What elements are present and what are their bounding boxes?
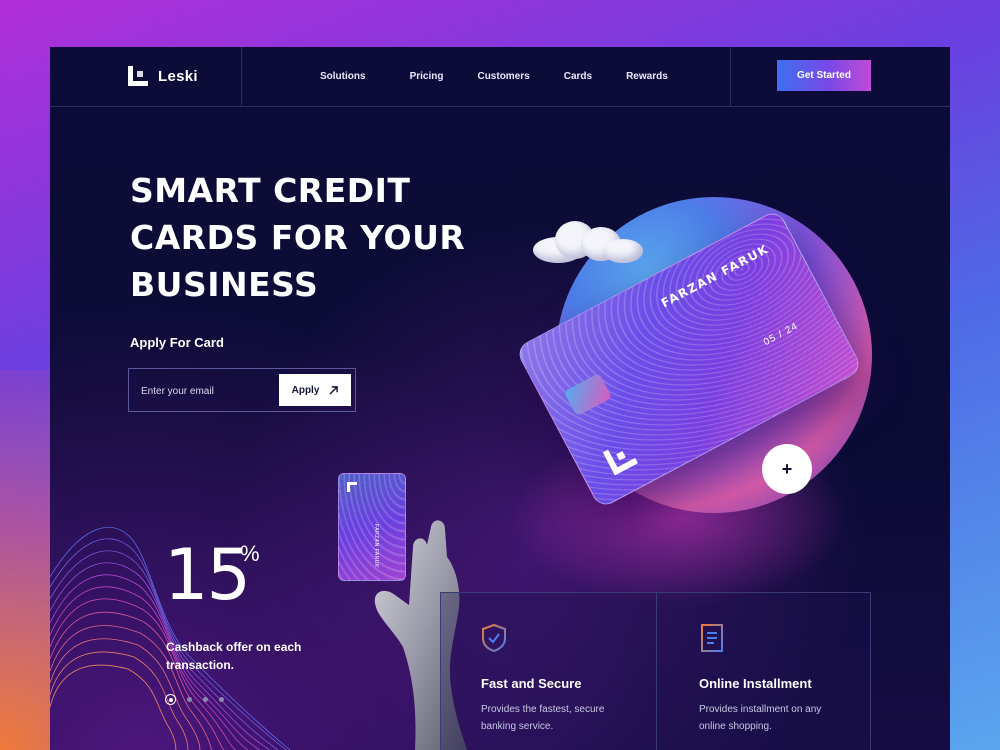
feature-card: Online Installment Provides installment … [699,623,879,735]
apply-label: Apply For Card [130,335,224,350]
shield-check-icon [482,623,506,653]
mini-credit-card: FARZAN FARUK [338,473,406,581]
feature-card: Fast and Secure Provides the fastest, se… [481,623,661,735]
hero-title-line: BUSINESS [130,265,319,304]
card-logo-icon [602,440,638,476]
main-nav: Solutions Pricing Customers Cards Reward… [320,71,668,82]
header-divider [241,47,242,106]
nav-item-customers[interactable]: Customers [477,71,529,82]
carousel-dot-active[interactable] [165,694,176,705]
nav-item-solutions[interactable]: Solutions [320,71,366,82]
apply-button[interactable]: Apply [279,374,351,406]
hero-title-line: CARDS FOR YOUR [130,218,466,257]
hero-title-line: SMART CREDIT [130,171,411,210]
feature-title: Online Installment [699,676,812,691]
logo-icon [128,66,148,86]
brand-logo[interactable]: Leski [128,66,198,86]
carousel-indicators [165,694,224,705]
feature-title: Fast and Secure [481,676,582,691]
mini-card-holder-name: FARZAN FARUK [373,524,379,568]
brand-name: Leski [158,67,198,85]
add-card-button[interactable]: + [762,444,812,494]
feature-description: Provides installment on any online shopp… [699,704,822,732]
email-form: Apply [128,368,356,412]
arrow-up-right-icon [329,385,339,395]
carousel-dot[interactable] [187,697,192,702]
landing-page: Leski Solutions Pricing Customers Cards … [50,47,950,750]
document-icon [701,624,723,652]
hero-title: SMART CREDIT CARDS FOR YOUR BUSINESS [130,167,490,308]
get-started-button[interactable]: Get Started [777,60,871,91]
cashback-percent: 15 [164,534,251,616]
cashback-percent-symbol: % [240,541,260,566]
carousel-dot[interactable] [203,697,208,702]
feature-description: Provides the fastest, secure banking ser… [481,704,605,732]
features-panel: Fast and Secure Provides the fastest, se… [440,592,871,750]
email-input[interactable] [139,379,273,403]
nav-item-pricing[interactable]: Pricing [410,71,444,82]
header-divider [730,47,731,106]
nav-item-rewards[interactable]: Rewards [626,71,668,82]
header: Leski Solutions Pricing Customers Cards … [50,47,950,107]
cashback-text: Cashback offer on each transaction. [166,640,302,672]
nav-item-cards[interactable]: Cards [564,71,592,82]
cloud-illustration [533,215,643,265]
carousel-dot[interactable] [219,697,224,702]
card-expiry: 05 / 24 [761,320,801,349]
apply-button-label: Apply [291,384,320,396]
mini-card-logo-icon [347,482,357,492]
card-chip-icon [563,372,613,417]
